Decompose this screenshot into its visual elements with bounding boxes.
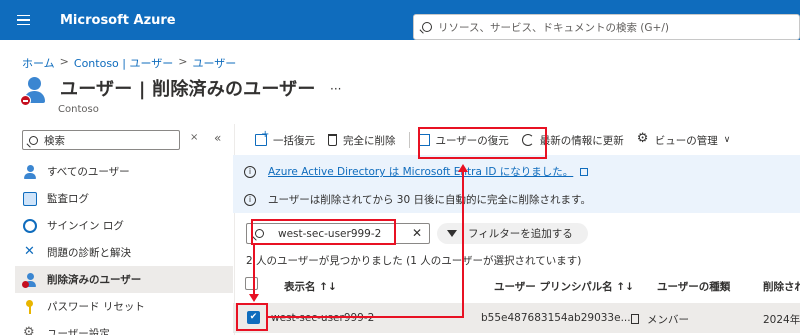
search-icon	[422, 22, 432, 32]
sidebar-item-deleted-users[interactable]: 削除済みのユーザー	[15, 266, 233, 293]
clear-search-icon[interactable]: ✕	[412, 226, 422, 240]
page-subtitle: Contoso	[58, 104, 99, 115]
banner-line-autodelete: i ユーザーは削除されてから 30 日後に自動的に完全に削除されます。	[244, 192, 591, 207]
annotation-arrow-line	[462, 172, 464, 318]
table-row[interactable]: ✔ west-sec-user999-2 b55e487683154ab2903…	[233, 303, 800, 333]
page-title: ユーザー | 削除済みのユーザー	[60, 79, 316, 100]
sidebar-item-label: パスワード リセット	[47, 301, 145, 313]
sidebar-close-button[interactable]: ×	[190, 132, 198, 143]
external-link-icon[interactable]	[580, 167, 589, 176]
sidebar-item-label: 削除済みのユーザー	[47, 274, 142, 286]
result-count: 2 人のユーザーが見つかりました (1 人のユーザーが選択されています)	[246, 255, 582, 267]
autodelete-notice: ユーザーは削除されてから 30 日後に自動的に完全に削除されます。	[268, 194, 591, 206]
annotation-box-checkbox	[236, 303, 268, 331]
annotation-arrow-line	[268, 316, 464, 318]
sidebar-item-all-users[interactable]: すべてのユーザー	[15, 158, 233, 185]
sidebar-nav: すべてのユーザー 監査ログ サインイン ログ 問題の診断と解決 削除済みのユーザ…	[15, 158, 233, 335]
user-icon	[23, 164, 37, 179]
sidebar-item-label: 問題の診断と解決	[47, 247, 131, 259]
breadcrumb-separator-icon: >	[59, 55, 69, 68]
cell-user-type: メンバー	[631, 312, 689, 327]
annotation-box-search	[251, 219, 396, 245]
manage-view-button[interactable]: ビューの管理 ∨	[637, 131, 731, 148]
annotation-arrow-up-icon	[458, 164, 468, 172]
refresh-label: 最新の情報に更新	[539, 134, 624, 147]
hamburger-menu-icon[interactable]	[0, 0, 46, 40]
breadcrumb-contoso-users[interactable]: Contoso | ユーザー	[74, 55, 173, 71]
page-header: ユーザー | 削除済みのユーザー	[20, 75, 316, 107]
entra-link[interactable]: Azure Active Directory は Microsoft Entra…	[268, 164, 573, 179]
breadcrumb-home[interactable]: ホーム	[22, 55, 55, 71]
annotation-arrow-line	[253, 245, 255, 297]
filter-icon	[447, 230, 457, 237]
sidebar-item-password-reset[interactable]: パスワード リセット	[15, 293, 233, 320]
deleted-user-icon	[20, 75, 48, 107]
gear-icon	[637, 131, 649, 146]
delete-permanently-button[interactable]: 完全に削除	[328, 133, 396, 148]
bulk-restore-button[interactable]: 一括復元	[255, 129, 315, 148]
column-display-name[interactable]: 表示名 ↑↓	[284, 279, 337, 294]
signin-icon	[23, 218, 37, 233]
sidebar-collapse-button[interactable]: «	[214, 131, 221, 145]
breadcrumb-separator-icon: >	[178, 55, 188, 68]
brand-name[interactable]: Microsoft Azure	[60, 13, 176, 28]
annotation-arrow-down-icon	[249, 294, 259, 302]
cell-user-type-text: メンバー	[647, 314, 689, 326]
table-header: 表示名 ↑↓ ユーザー プリンシパル名 ↑↓ ユーザーの種類 削除され	[233, 270, 800, 300]
key-icon	[23, 299, 37, 314]
global-search-input[interactable]: リソース、サービス、ドキュメントの検索 (G+/)	[413, 14, 800, 40]
gear-icon	[23, 325, 37, 335]
breadcrumb: ホーム > Contoso | ユーザー > ユーザー	[22, 55, 236, 71]
sidebar-item-label: サインイン ログ	[47, 220, 124, 232]
add-filter-button[interactable]: フィルターを追加する	[437, 223, 588, 244]
breadcrumb-users[interactable]: ユーザー	[192, 55, 236, 71]
info-banner: i Azure Active Directory は Microsoft Ent…	[233, 155, 800, 213]
cell-upn: b55e487683154ab29033e...	[481, 312, 631, 324]
sidebar-item-audit-logs[interactable]: 監査ログ	[15, 185, 233, 212]
chevron-down-icon: ∨	[723, 135, 731, 145]
sidebar-item-user-settings[interactable]: ユーザー設定	[15, 320, 233, 335]
tools-icon	[23, 244, 37, 260]
delete-permanently-label: 完全に削除	[343, 134, 396, 147]
banner-line-entra: i Azure Active Directory は Microsoft Ent…	[244, 164, 589, 179]
global-search-placeholder: リソース、サービス、ドキュメントの検索 (G+/)	[438, 21, 669, 34]
sidebar-item-signin-logs[interactable]: サインイン ログ	[15, 212, 233, 239]
add-filter-label: フィルターを追加する	[468, 228, 573, 240]
annotation-box-restore	[418, 127, 547, 159]
search-icon	[29, 135, 38, 145]
column-deleted-date[interactable]: 削除され	[763, 279, 800, 294]
trash-icon	[328, 134, 337, 146]
sidebar-item-label: すべてのユーザー	[47, 166, 130, 178]
cell-deleted-date: 2024年10	[763, 314, 800, 326]
log-icon	[23, 191, 37, 206]
bulk-restore-label: 一括復元	[273, 134, 315, 147]
deleted-user-icon	[22, 272, 37, 288]
sidebar-item-diagnose[interactable]: 問題の診断と解決	[15, 239, 233, 266]
bulk-restore-icon	[255, 129, 269, 146]
cell-display-name[interactable]: west-sec-user999-2	[271, 312, 374, 324]
toolbar-divider	[408, 132, 410, 148]
copy-icon[interactable]	[631, 314, 639, 324]
sidebar-search-text: 検索	[44, 134, 65, 147]
sidebar-item-label: 監査ログ	[47, 193, 89, 205]
sidebar-search-input[interactable]: 検索	[22, 130, 180, 150]
info-icon: i	[244, 193, 256, 206]
more-options-button[interactable]: ···	[330, 82, 341, 96]
sidebar-item-label: ユーザー設定	[47, 328, 110, 335]
manage-view-label: ビューの管理	[654, 134, 718, 147]
column-upn[interactable]: ユーザー プリンシパル名 ↑↓	[494, 279, 634, 294]
info-icon: i	[244, 165, 256, 178]
select-all-checkbox[interactable]	[245, 277, 258, 290]
column-user-type[interactable]: ユーザーの種類	[657, 279, 730, 294]
